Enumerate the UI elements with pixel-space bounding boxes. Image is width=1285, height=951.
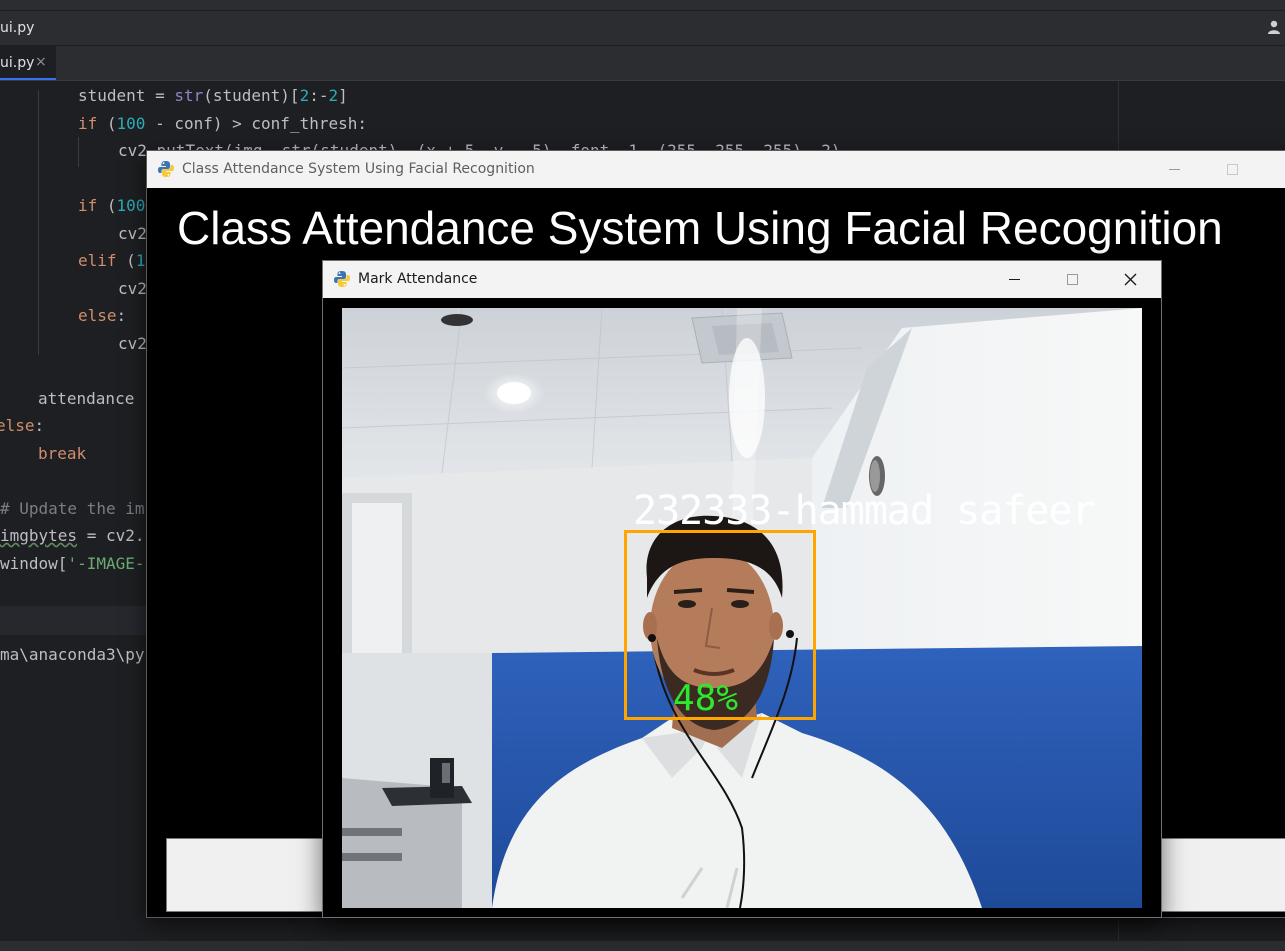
attendance-titlebar[interactable]: Mark Attendance — [323, 261, 1161, 298]
mark-attendance-window: Mark Attendance 232333-hammad safeer 48% — [322, 260, 1162, 918]
minimize-button[interactable] — [1151, 151, 1197, 188]
main-titlebar[interactable]: Class Attendance System Using Facial Rec… — [147, 151, 1285, 188]
camera-feed: 232333-hammad safeer 48% — [342, 308, 1142, 908]
main-window-title: Class Attendance System Using Facial Rec… — [182, 161, 535, 177]
close-icon — [1124, 273, 1137, 286]
tab-label: ui.py — [0, 55, 35, 71]
code-line: imgbytes = cv2. — [0, 526, 145, 545]
python-icon — [334, 271, 350, 287]
indent-guide — [78, 137, 79, 167]
maximize-icon — [1227, 164, 1238, 175]
ide-menubar — [0, 0, 1285, 11]
code-line: break — [38, 444, 87, 463]
maximize-icon — [1067, 274, 1078, 285]
close-button[interactable] — [1107, 261, 1153, 298]
breadcrumb: ui.py — [0, 11, 1285, 46]
code-line: window['-IMAGE- — [0, 554, 145, 573]
minimize-icon — [1169, 169, 1180, 170]
code-line: attendance — [38, 389, 135, 408]
app-heading: Class Attendance System Using Facial Rec… — [177, 202, 1223, 254]
maximize-button[interactable] — [1209, 151, 1255, 188]
code-line: else: — [78, 306, 127, 325]
current-line-highlight — [0, 606, 146, 635]
code-line: # Update the im — [0, 499, 145, 518]
code-line: else: — [0, 416, 45, 435]
code-line: if (100 - conf) > conf_thresh: — [78, 114, 367, 133]
code-line: elif (1 — [78, 251, 146, 270]
console-line: ma\anaconda3\py — [0, 645, 145, 664]
python-icon — [158, 161, 174, 177]
code-line: cv2 — [118, 334, 147, 353]
user-icon[interactable] — [1267, 19, 1283, 35]
breadcrumb-file[interactable]: ui.py — [0, 20, 34, 36]
ide-statusbar — [0, 941, 1285, 951]
detected-student-label: 232333-hammad safeer — [633, 488, 1096, 534]
close-icon[interactable]: × — [35, 54, 47, 70]
attendance-window-title: Mark Attendance — [358, 271, 478, 287]
minimize-button[interactable] — [991, 261, 1037, 298]
code-line: if (100 — [78, 196, 146, 215]
minimize-icon — [1009, 279, 1020, 280]
tab-ui-py[interactable]: ui.py × — [0, 46, 56, 80]
maximize-button[interactable] — [1049, 261, 1095, 298]
code-line: cv2 — [118, 279, 147, 298]
code-line: cv2 — [118, 224, 147, 243]
confidence-label: 48% — [673, 678, 739, 719]
indent-guide — [38, 90, 39, 355]
editor-tabbar: ui.py × — [0, 46, 1285, 81]
code-line: student = str(student)[2:-2] — [78, 86, 348, 105]
